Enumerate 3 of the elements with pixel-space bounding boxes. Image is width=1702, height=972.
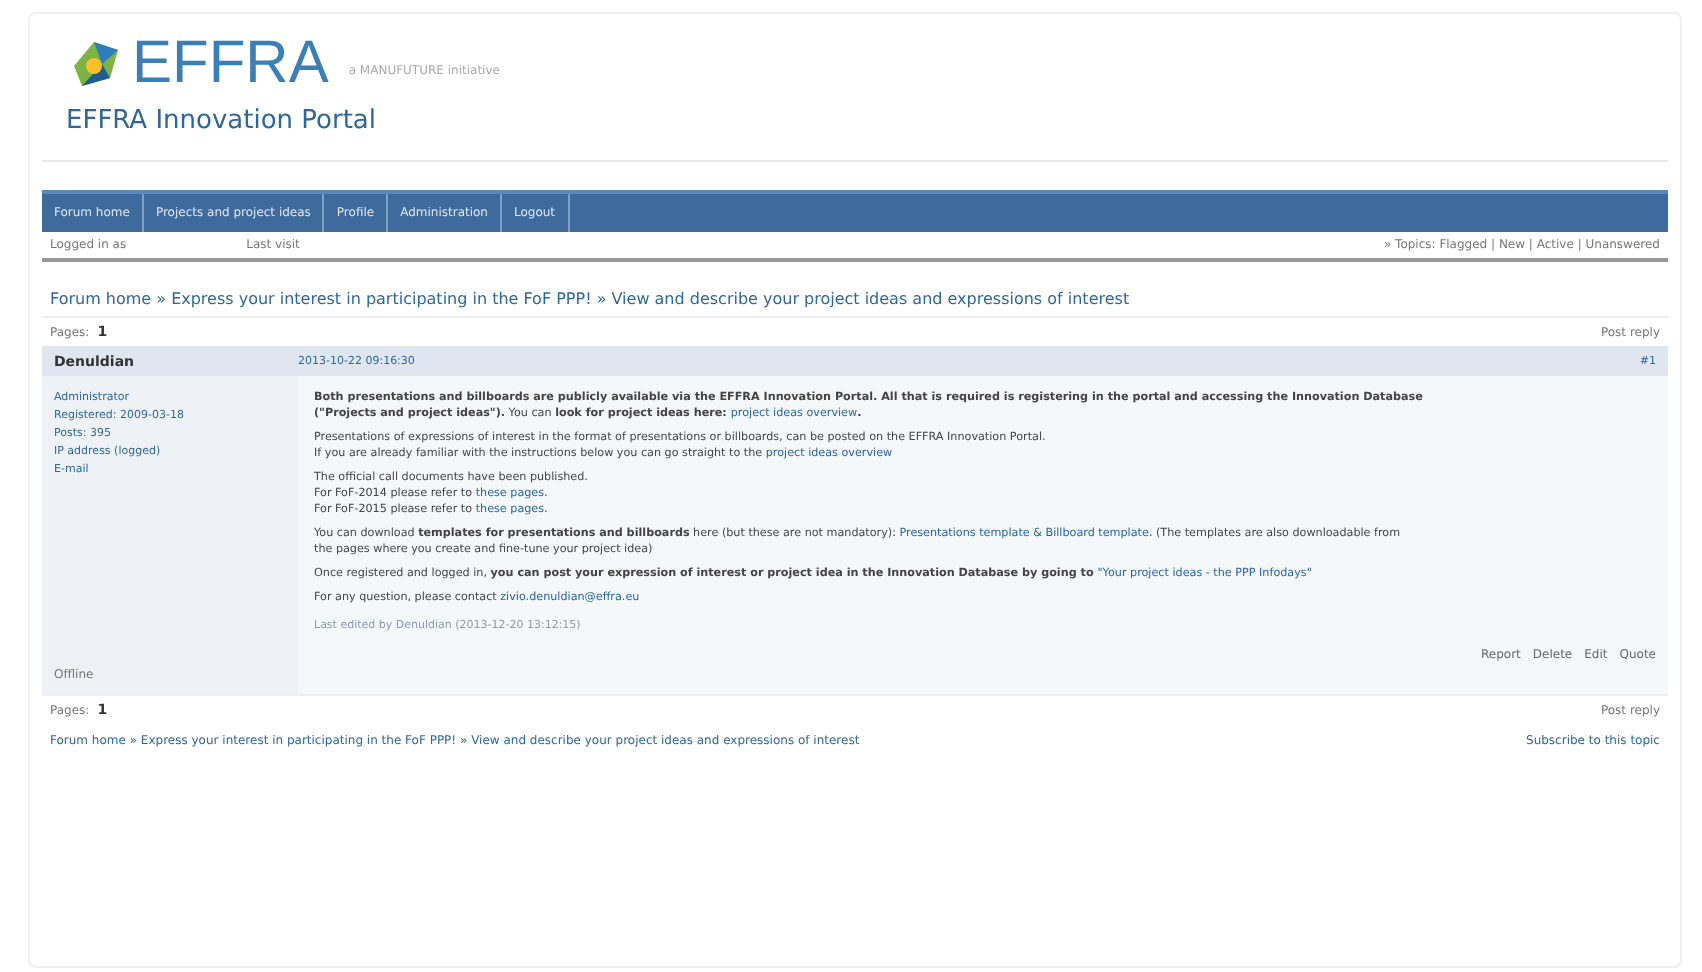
logo-wordmark: EFFRA <box>132 34 329 94</box>
portal-title: EFFRA Innovation Portal <box>42 94 1668 162</box>
breadcrumb[interactable]: Forum home » Express your interest in participating in the FoF PPP! » View and describe your project ideas and expressions of interest <box>42 262 1668 316</box>
